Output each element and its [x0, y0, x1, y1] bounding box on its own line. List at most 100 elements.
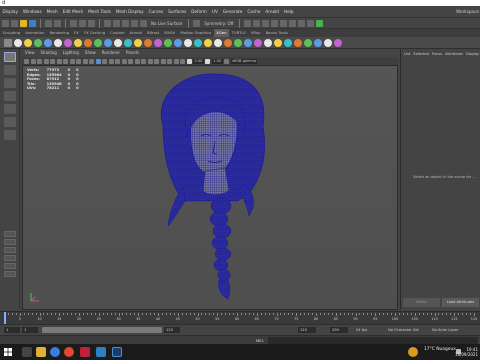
resolution-gate-icon[interactable] — [63, 58, 68, 64]
history-icon[interactable] — [244, 19, 252, 27]
tab-display[interactable]: Display — [466, 49, 479, 59]
shelf-settings-icon[interactable] — [4, 38, 12, 47]
camera-icon[interactable] — [84, 38, 92, 47]
current-frame-marker[interactable] — [4, 312, 6, 324]
viewport[interactable]: Verts: 77973 0 0 Edges: 155984 0 0 Faces… — [22, 65, 398, 310]
gate-mask-icon[interactable] — [69, 58, 75, 64]
hypershade-icon[interactable] — [289, 19, 297, 27]
shelf-tab[interactable]: FX — [71, 29, 81, 37]
select-component-icon[interactable] — [88, 19, 95, 27]
xgen-cut-icon[interactable] — [274, 38, 282, 47]
symmetry-label[interactable]: Symmetry: Off — [202, 21, 235, 26]
render-view-icon[interactable] — [253, 19, 261, 27]
windows-start-icon[interactable] — [3, 347, 13, 357]
shelf-tab[interactable]: FX Caching — [81, 29, 107, 37]
smooth-icon[interactable] — [154, 38, 162, 47]
menu-item[interactable]: Help — [281, 6, 296, 18]
file-explorer-icon[interactable] — [36, 347, 46, 357]
menu-item[interactable]: Arnold — [263, 6, 282, 18]
tab-focus[interactable]: Focus — [432, 49, 442, 59]
bookmark-icon[interactable] — [37, 58, 42, 64]
weather-text[interactable]: 17°C Nuageux — [424, 347, 456, 352]
fps-dropdown[interactable]: 24 fps — [356, 327, 367, 333]
menu-item[interactable]: Mesh Tools — [86, 6, 114, 18]
autodesk-app-icon[interactable] — [112, 347, 122, 357]
character-set-dropdown[interactable]: No Character Set — [388, 327, 419, 333]
select-tool-icon[interactable] — [4, 52, 16, 62]
image-plane-icon[interactable] — [43, 58, 49, 64]
snap-curve-icon[interactable] — [113, 19, 120, 27]
grid-icon[interactable] — [50, 58, 55, 64]
create-cone-icon[interactable] — [44, 38, 52, 47]
load-attributes-button[interactable]: Load Attributes — [442, 298, 479, 307]
xgen-clump-icon[interactable] — [294, 38, 302, 47]
menu-item[interactable]: Windows — [20, 6, 44, 18]
select-button[interactable]: Select — [403, 298, 440, 307]
tab-list[interactable]: List — [404, 49, 410, 59]
xray-joints-icon[interactable] — [173, 58, 179, 64]
outliner-layout-icon[interactable] — [4, 255, 16, 261]
menu-item[interactable]: Surfaces — [166, 6, 189, 18]
light-icon[interactable] — [74, 38, 82, 47]
combine-icon[interactable] — [134, 38, 142, 47]
safe-title-icon[interactable] — [89, 58, 94, 64]
xgen-description-icon[interactable] — [184, 38, 192, 47]
xgen-modifier-icon[interactable] — [224, 38, 232, 47]
menu-item[interactable]: UV — [209, 6, 220, 18]
xray-icon[interactable] — [167, 58, 172, 64]
xgen-preview-icon[interactable] — [234, 38, 242, 47]
create-plane-icon[interactable] — [54, 38, 62, 47]
shelf-tab[interactable]: Rendering — [47, 29, 71, 37]
create-cylinder-icon[interactable] — [34, 38, 42, 47]
single-pane-layout-icon[interactable] — [4, 231, 16, 237]
panel-menu-item[interactable]: Show — [82, 49, 99, 57]
menu-item[interactable]: Display — [0, 6, 20, 18]
shelf-tab[interactable]: Sculpting — [0, 29, 23, 37]
rotate-tool-icon[interactable] — [4, 104, 16, 114]
multisample-aa-icon[interactable] — [147, 58, 153, 64]
light-editor-icon[interactable] — [307, 19, 315, 27]
shelf-tab[interactable]: MASH — [162, 29, 178, 37]
shelf-tab[interactable]: VRay — [248, 29, 263, 37]
maya-app-icon[interactable] — [96, 347, 106, 357]
xgen-comb-icon[interactable] — [264, 38, 272, 47]
workspace-label[interactable]: Workspace — [456, 6, 479, 18]
bevel-icon[interactable] — [114, 38, 122, 47]
shelf-tab[interactable]: Animation — [23, 29, 47, 37]
time-slider[interactable]: 5 10 15 20 25 30 35 40 45 50 55 60 65 70 75 80 85 90 95 100… — [0, 311, 480, 324]
playback-start-field[interactable]: 1 — [22, 327, 38, 333]
mel-command-input[interactable] — [268, 337, 478, 344]
shelf-tab[interactable]: Custom — [108, 29, 128, 37]
render-setup-icon[interactable] — [298, 19, 306, 27]
film-gate-icon[interactable] — [56, 58, 62, 64]
tab-selected[interactable]: Selected — [413, 49, 429, 59]
panel-menu-item[interactable]: Renderer — [99, 49, 123, 57]
chrome-browser-icon[interactable] — [64, 347, 74, 357]
curve-tool-icon[interactable] — [94, 38, 102, 47]
four-pane-layout-icon[interactable] — [4, 239, 16, 245]
snap-plane-icon[interactable] — [131, 19, 138, 27]
menu-item[interactable]: Deform — [189, 6, 210, 18]
xgen-noise-icon[interactable] — [284, 38, 292, 47]
panel-menu-item[interactable]: Shading — [38, 49, 60, 57]
safe-action-icon[interactable] — [82, 58, 88, 64]
clock[interactable]: 19:41 18/09/2021 — [455, 347, 478, 357]
gamma-icon[interactable] — [205, 58, 211, 64]
wireframe-on-shaded-icon[interactable] — [108, 58, 114, 64]
create-sphere-icon[interactable] — [14, 38, 22, 47]
ipr-render-icon[interactable] — [271, 19, 279, 27]
shadows-icon[interactable] — [128, 58, 133, 64]
xgen-coil-icon[interactable] — [304, 38, 312, 47]
use-all-lights-icon[interactable] — [121, 58, 127, 64]
camera-select-icon[interactable] — [24, 58, 29, 64]
undo-icon[interactable] — [45, 19, 52, 27]
menu-item[interactable]: Generate — [220, 6, 245, 18]
live-surface-icon[interactable] — [140, 19, 147, 27]
panel-menu-item[interactable]: Panels — [123, 49, 142, 57]
separate-icon[interactable] — [144, 38, 152, 47]
create-torus-icon[interactable] — [64, 38, 72, 47]
shelf-tab[interactable]: Bonus Tools — [263, 29, 290, 37]
depth-of-field-icon[interactable] — [154, 58, 159, 64]
xgen-guide-icon[interactable] — [204, 38, 212, 47]
symmetry-icon[interactable] — [193, 19, 201, 27]
